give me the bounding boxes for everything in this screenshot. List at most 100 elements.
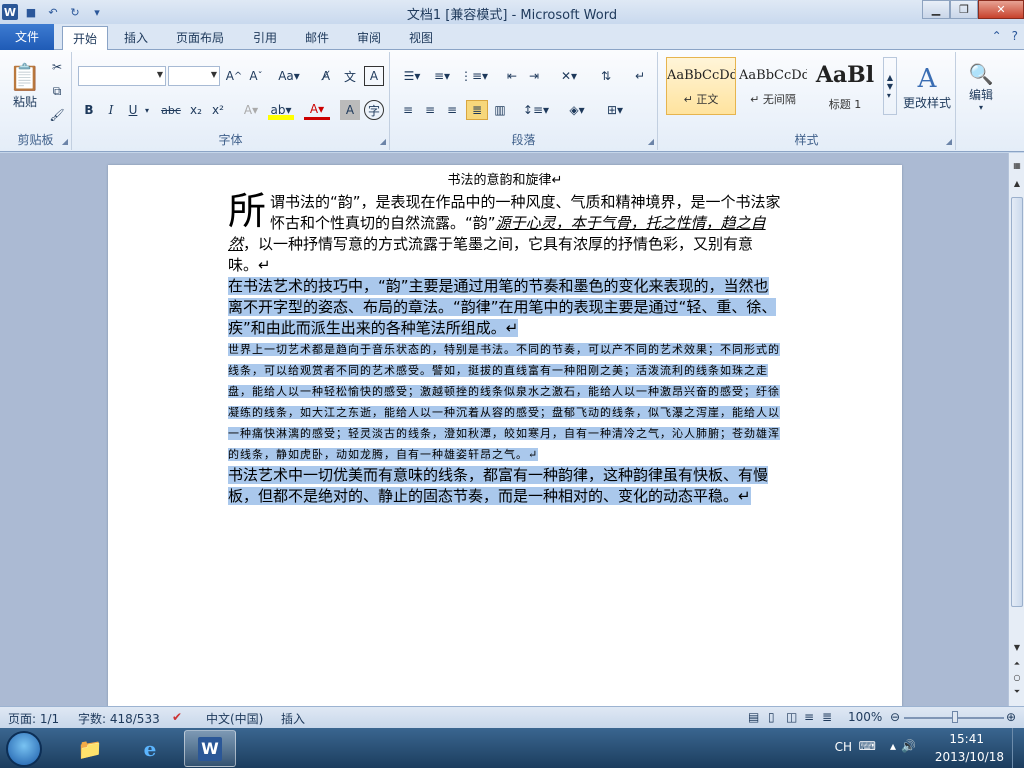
ime-indicator[interactable]: CH	[835, 740, 852, 754]
paste-button[interactable]: 📋 粘贴	[8, 56, 42, 116]
enclose-char-icon[interactable]: 字	[364, 100, 384, 120]
tab-mailings[interactable]: 邮件	[295, 26, 339, 50]
outline-icon[interactable]: ≡	[804, 710, 814, 724]
scroll-thumb[interactable]	[1011, 197, 1023, 607]
zoom-slider-thumb[interactable]	[952, 711, 958, 723]
style-heading-1[interactable]: AaBl 标题 1	[810, 57, 880, 115]
chinese-layout-icon[interactable]: ✕▾	[556, 66, 582, 86]
copy-icon[interactable]: ⧉	[48, 82, 66, 100]
phonetic-guide-icon[interactable]: 文	[340, 66, 360, 86]
prev-page-icon[interactable]: ⏶	[1011, 659, 1023, 673]
tab-home[interactable]: 开始	[62, 26, 109, 51]
styles-scroll-icon[interactable]: ▲ ▼ ▾	[883, 57, 897, 115]
font-name-combo[interactable]: ▼	[78, 66, 166, 86]
justify-icon[interactable]: ≣	[466, 100, 488, 120]
browse-object-icon[interactable]: ○	[1011, 673, 1023, 687]
show-desktop-button[interactable]	[1012, 728, 1024, 768]
print-layout-icon[interactable]: ▤	[748, 710, 759, 724]
reading-layout-icon[interactable]: ▯	[768, 710, 775, 724]
vertical-scrollbar[interactable]: ▦ ▲ ▼ ⏶ ○ ⏷	[1008, 153, 1024, 706]
align-right-icon[interactable]: ≡	[442, 100, 462, 120]
sort-icon[interactable]: ⇅	[596, 66, 616, 86]
draft-icon[interactable]: ≣	[822, 710, 832, 724]
word-count[interactable]: 字数: 418/533	[78, 710, 160, 727]
cut-icon[interactable]: ✂	[48, 58, 66, 76]
style-no-spacing[interactable]: AaBbCcDd ↵ 无间隔	[738, 57, 808, 115]
document-page[interactable]: 书法的意韵和旋律↵ 所谓书法的“韵”，是表现在作品中的一种风度、气质和精神境界，…	[108, 165, 902, 710]
tab-view[interactable]: 视图	[399, 26, 443, 50]
clock-time[interactable]: 15:41	[949, 732, 984, 746]
scroll-down-icon[interactable]: ▼	[1011, 643, 1023, 657]
tab-references[interactable]: 引用	[243, 26, 287, 50]
language-indicator[interactable]: 中文(中国)	[206, 710, 263, 727]
char-shading-icon[interactable]: A	[340, 100, 360, 120]
underline-dropdown-icon[interactable]: ▾	[142, 100, 152, 120]
shrink-font-icon[interactable]: Aˇ	[246, 66, 266, 86]
change-case-icon[interactable]: Aa▾	[276, 66, 302, 86]
multilevel-list-icon[interactable]: ⋮≡▾	[460, 66, 488, 86]
borders-icon[interactable]: ⊞▾	[600, 100, 630, 120]
styles-launcher-icon[interactable]: ◢	[946, 137, 952, 146]
zoom-level[interactable]: 100%	[848, 710, 882, 724]
show-hidden-icon[interactable]: ▴	[890, 739, 896, 753]
line-spacing-icon[interactable]: ↕≡▾	[522, 100, 550, 120]
font-color-icon[interactable]: A▾	[304, 100, 330, 120]
clipboard-group: 📋 粘贴 ✂ ⧉ 🖌 剪贴板 ◢	[0, 52, 72, 150]
zoom-out-icon[interactable]: ⊖	[890, 710, 900, 724]
distributed-icon[interactable]: ▥	[490, 100, 510, 120]
subscript-button[interactable]: x₂	[186, 100, 206, 120]
tab-review[interactable]: 审阅	[347, 26, 391, 50]
style-normal[interactable]: AaBbCcDd ↵ 正文	[666, 57, 736, 115]
strikethrough-button[interactable]: abc	[158, 100, 184, 120]
bold-button[interactable]: B	[80, 100, 98, 120]
shading-icon[interactable]: ◈▾	[562, 100, 592, 120]
show-marks-icon[interactable]: ↵	[630, 66, 650, 86]
tab-page-layout[interactable]: 页面布局	[166, 26, 234, 50]
clock-date[interactable]: 2013/10/18	[935, 750, 1004, 764]
decrease-indent-icon[interactable]: ⇤	[502, 66, 522, 86]
font-size-combo[interactable]: ▼	[168, 66, 220, 86]
close-button[interactable]: ✕	[978, 0, 1024, 19]
help-icon[interactable]: ?	[1012, 29, 1018, 43]
format-painter-icon[interactable]: 🖌	[48, 106, 66, 124]
increase-indent-icon[interactable]: ⇥	[524, 66, 544, 86]
bullets-icon[interactable]: ☰▾	[398, 66, 426, 86]
styles-group: AaBbCcDd ↵ 正文 AaBbCcDd ↵ 无间隔 AaBl 标题 1 ▲…	[658, 52, 956, 150]
document-body[interactable]: 书法的意韵和旋律↵ 所谓书法的“韵”，是表现在作品中的一种风度、气质和精神境界，…	[228, 170, 782, 507]
grow-font-icon[interactable]: A ^	[224, 66, 244, 86]
numbering-icon[interactable]: ≡▾	[428, 66, 456, 86]
page-indicator[interactable]: 页面: 1/1	[8, 710, 59, 727]
tab-insert[interactable]: 插入	[114, 26, 158, 50]
next-page-icon[interactable]: ⏷	[1011, 687, 1023, 701]
italic-button[interactable]: I	[102, 100, 120, 120]
text-effects-icon[interactable]: A▾	[238, 100, 264, 120]
minimize-button[interactable]: ▁	[922, 0, 950, 19]
keyboard-icon[interactable]: ⌨	[859, 739, 876, 753]
align-left-icon[interactable]: ≡	[398, 100, 418, 120]
highlight-icon[interactable]: ab▾	[268, 100, 294, 120]
clipboard-launcher-icon[interactable]: ◢	[62, 137, 68, 146]
ruler-toggle-icon[interactable]: ▦	[1011, 161, 1023, 175]
explorer-icon[interactable]: 📁	[64, 730, 116, 767]
superscript-button[interactable]: x²	[208, 100, 228, 120]
font-launcher-icon[interactable]: ◢	[380, 137, 386, 146]
insert-mode[interactable]: 插入	[281, 710, 305, 727]
volume-icon[interactable]: 🔊	[901, 739, 916, 753]
zoom-in-icon[interactable]: ⊕	[1006, 710, 1016, 724]
tab-file[interactable]: 文件	[0, 24, 54, 50]
clear-format-icon[interactable]: A̸	[316, 66, 336, 86]
editing-button[interactable]: 🔍 编辑 ▾	[960, 56, 1002, 118]
collapse-ribbon-icon[interactable]: ⌃	[992, 29, 1002, 43]
paragraph-launcher-icon[interactable]: ◢	[648, 137, 654, 146]
change-styles-button[interactable]: A 更改样式	[900, 56, 954, 118]
start-button[interactable]	[6, 731, 42, 767]
underline-button[interactable]: U	[124, 100, 142, 120]
maximize-button[interactable]: ❐	[950, 0, 978, 19]
web-layout-icon[interactable]: ◫	[786, 710, 797, 724]
scroll-up-icon[interactable]: ▲	[1011, 179, 1023, 193]
word-taskbar-icon[interactable]: W	[184, 730, 236, 767]
align-center-icon[interactable]: ≡	[420, 100, 440, 120]
proofing-icon[interactable]: ✔	[172, 710, 182, 724]
char-border-icon[interactable]: A	[364, 66, 384, 86]
internet-explorer-icon[interactable]: e	[124, 730, 176, 767]
